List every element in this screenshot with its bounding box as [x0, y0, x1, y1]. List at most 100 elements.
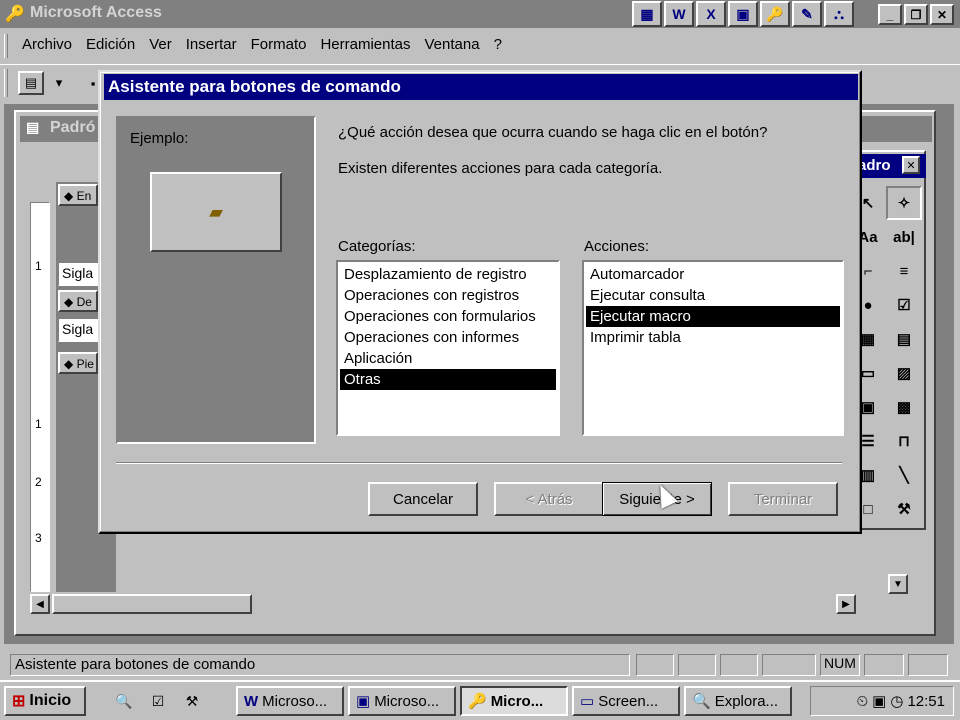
- action-item[interactable]: Ejecutar consulta: [586, 285, 840, 306]
- network-icon[interactable]: ▣: [872, 692, 886, 710]
- scroll-right-icon[interactable]: ▶: [836, 594, 856, 614]
- menu-edicion[interactable]: Edición: [86, 36, 135, 53]
- menu-insertar[interactable]: Insertar: [186, 36, 237, 53]
- num-lock-indicator: NUM: [820, 654, 860, 676]
- explorer-icon: 🔍: [692, 693, 711, 710]
- task-explorer[interactable]: 🔍 Explora...: [684, 686, 792, 716]
- categories-label: Categorías:: [338, 238, 416, 255]
- category-item[interactable]: Operaciones con registros: [340, 285, 556, 306]
- close-button[interactable]: ✕: [930, 4, 954, 25]
- tools-icon[interactable]: ⚒: [180, 690, 204, 712]
- status-cell: [636, 654, 674, 676]
- menu-formato[interactable]: Formato: [251, 36, 307, 53]
- word-icon: W: [244, 692, 259, 710]
- macro-scroll-icon: ▰: [209, 201, 223, 222]
- menu-ver[interactable]: Ver: [149, 36, 172, 53]
- toolbox-close-button[interactable]: ✕: [902, 156, 920, 174]
- excel-icon[interactable]: X: [696, 1, 726, 27]
- powerpoint-icon[interactable]: ▣: [728, 1, 758, 27]
- section-header-label: En: [76, 189, 92, 203]
- action-item[interactable]: Imprimir tabla: [586, 327, 840, 348]
- actions-list[interactable]: Automarcador Ejecutar consulta Ejecutar …: [582, 260, 844, 436]
- clock[interactable]: 12:51: [907, 693, 945, 710]
- vertical-ruler: 1 1 2 3: [30, 202, 50, 592]
- command-button-wizard-dialog: Asistente para botones de comando Ejempl…: [98, 70, 862, 534]
- image-icon[interactable]: ▨: [886, 356, 922, 390]
- access-key-icon: 🔑: [5, 6, 25, 23]
- section-detail[interactable]: ◆ De: [58, 290, 98, 312]
- scroll-down-icon[interactable]: ▼: [888, 574, 908, 594]
- menu-herramientas[interactable]: Herramientas: [320, 36, 410, 53]
- ruler-mark: 1: [35, 417, 42, 431]
- taskbar: ⊞ Inicio 🔍 ☑ ⚒ W Microso... ▣ Microso...…: [0, 680, 960, 720]
- section-header[interactable]: ◆ En: [58, 184, 98, 206]
- checkbox-icon[interactable]: ☑: [886, 288, 922, 322]
- menu-ventana[interactable]: Ventana: [425, 36, 480, 53]
- action-item-selected[interactable]: Ejecutar macro: [586, 306, 840, 327]
- toggle-icon[interactable]: ≡: [886, 254, 922, 288]
- tab-icon[interactable]: ⊓: [886, 424, 922, 458]
- checklist-icon[interactable]: ☑: [146, 690, 170, 712]
- status-cell: [762, 654, 816, 676]
- task-word[interactable]: W Microso...: [236, 686, 344, 716]
- access-icon[interactable]: 🔑: [760, 1, 790, 27]
- task-access[interactable]: 🔑 Micro...: [460, 686, 568, 716]
- start-button[interactable]: ⊞ Inicio: [4, 686, 86, 716]
- status-cell: [908, 654, 948, 676]
- office-shortcut-bar: ▦ W X ▣ 🔑 ✎ ⛬: [632, 1, 854, 27]
- wizard-icon[interactable]: ✧: [886, 186, 922, 220]
- view-icon[interactable]: ▤: [18, 71, 44, 95]
- textbox-icon[interactable]: ab|: [886, 220, 922, 254]
- app-title: Microsoft Access: [30, 4, 162, 21]
- more-tools-icon[interactable]: ⚒: [886, 492, 922, 526]
- line-icon[interactable]: ╲: [886, 458, 922, 492]
- windows-logo-icon: ⊞: [12, 693, 26, 710]
- explorer-icon[interactable]: 🔍: [112, 690, 136, 712]
- scroll-thumb[interactable]: [52, 594, 252, 614]
- finish-button[interactable]: Terminar: [728, 482, 838, 516]
- example-panel: Ejemplo: ▰: [116, 116, 316, 444]
- task-screen[interactable]: ▭ Screen...: [572, 686, 680, 716]
- menu-bar: Archivo Edición Ver Insertar Formato Her…: [0, 30, 960, 62]
- screen-icon: ▭: [580, 693, 595, 710]
- office-icon[interactable]: ▦: [632, 1, 662, 27]
- maximize-button[interactable]: ❐: [904, 4, 928, 25]
- menu-help[interactable]: ?: [494, 36, 502, 53]
- actions-label: Acciones:: [584, 238, 650, 255]
- chevron-down-icon[interactable]: ▾: [46, 71, 72, 95]
- action-item[interactable]: Automarcador: [586, 264, 840, 285]
- access-key-icon: 🔑: [468, 693, 487, 710]
- start-label: Inicio: [29, 692, 72, 709]
- system-tray: ⏲ ▣ ◷ 12:51: [810, 686, 954, 716]
- section-footer[interactable]: ◆ Pie: [58, 352, 98, 374]
- list-icon[interactable]: ▤: [886, 322, 922, 356]
- category-item[interactable]: Desplazamiento de registro: [340, 264, 556, 285]
- category-item-selected[interactable]: Otras: [340, 369, 556, 390]
- word-icon[interactable]: W: [664, 1, 694, 27]
- task-access-form[interactable]: ▣ Microso...: [348, 686, 456, 716]
- horizontal-scrollbar[interactable]: ◀ ▶: [30, 594, 856, 616]
- scroll-left-icon[interactable]: ◀: [30, 594, 50, 614]
- category-item[interactable]: Operaciones con formularios: [340, 306, 556, 327]
- cancel-button[interactable]: Cancelar: [368, 482, 478, 516]
- category-item[interactable]: Operaciones con informes: [340, 327, 556, 348]
- back-button[interactable]: < Atrás: [494, 482, 604, 516]
- schedule-icon[interactable]: ✎: [792, 1, 822, 27]
- example-button-preview: ▰: [150, 172, 282, 252]
- separator: [116, 462, 842, 464]
- category-item[interactable]: Aplicación: [340, 348, 556, 369]
- status-bar: Asistente para botones de comando NUM: [0, 652, 960, 678]
- binder-icon[interactable]: ⛬: [824, 1, 854, 27]
- bound-frame-icon[interactable]: ▩: [886, 390, 922, 424]
- categories-list[interactable]: Desplazamiento de registro Operaciones c…: [336, 260, 560, 436]
- clock-icon[interactable]: ◷: [890, 692, 903, 710]
- minimize-button[interactable]: _: [878, 4, 902, 25]
- menu-archivo[interactable]: Archivo: [22, 36, 72, 53]
- example-label: Ejemplo:: [130, 130, 189, 147]
- access-form-icon: ▣: [356, 693, 371, 710]
- wizard-description: Existen diferentes acciones para cada ca…: [338, 160, 663, 177]
- scheduler-icon[interactable]: ⏲: [856, 693, 868, 710]
- wizard-title: Asistente para botones de comando: [104, 74, 858, 100]
- section-footer-label: Pie: [76, 357, 94, 371]
- app-title-bar: 🔑 Microsoft Access ▦ W X ▣ 🔑 ✎ ⛬ _ ❐ ✕: [0, 0, 960, 28]
